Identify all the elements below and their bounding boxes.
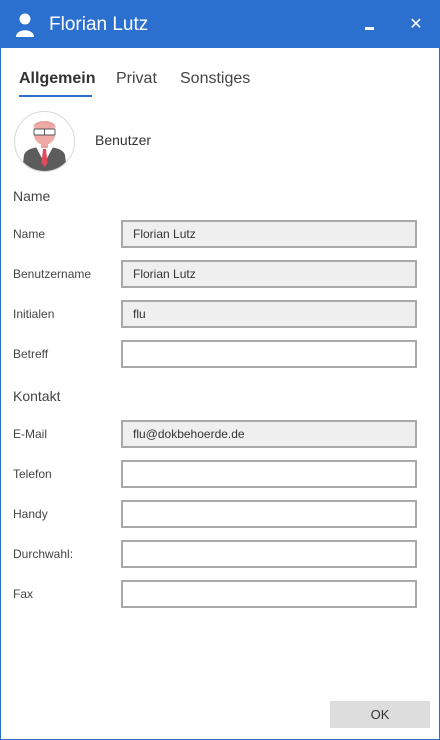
subject-field[interactable] [121, 340, 417, 368]
tab-general[interactable]: Allgemein [19, 68, 96, 97]
close-button[interactable]: ✕ [393, 1, 439, 48]
title-bar[interactable]: Florian Lutz ✕ [1, 1, 439, 48]
tab-other[interactable]: Sonstiges [180, 68, 250, 90]
label-fax: Fax [13, 587, 34, 601]
section-title-name: Name [13, 188, 51, 204]
phone-field[interactable] [121, 460, 417, 488]
label-phone: Telefon [13, 467, 52, 481]
minimize-icon [365, 27, 374, 30]
email-field[interactable] [121, 420, 417, 448]
avatar-caption: Benutzer [95, 132, 152, 148]
extension-field[interactable] [121, 540, 417, 568]
initials-field[interactable] [121, 300, 417, 328]
user-avatar-icon [14, 111, 75, 172]
user-dialog-window: Florian Lutz ✕ Allgemein Privat Sonstige… [0, 0, 440, 740]
window-title: Florian Lutz [49, 14, 149, 35]
username-field[interactable] [121, 260, 417, 288]
tab-private[interactable]: Privat [116, 68, 157, 90]
section-title-contact: Kontakt [13, 388, 61, 404]
user-icon [16, 13, 34, 37]
label-mobile: Handy [13, 507, 48, 521]
minimize-button[interactable] [347, 1, 393, 48]
ok-button[interactable]: OK [330, 701, 430, 728]
tab-general-label: Allgemein [19, 70, 96, 87]
mobile-field[interactable] [121, 500, 417, 528]
label-initials: Initialen [13, 307, 55, 321]
label-email: E-Mail [13, 427, 48, 441]
label-extension: Durchwahl: [13, 547, 74, 561]
name-field[interactable] [121, 220, 417, 248]
active-tab-indicator [19, 95, 92, 97]
label-subject: Betreff [13, 347, 49, 361]
label-name: Name [13, 227, 46, 241]
fax-field[interactable] [121, 580, 417, 608]
label-username: Benutzername [13, 267, 92, 281]
